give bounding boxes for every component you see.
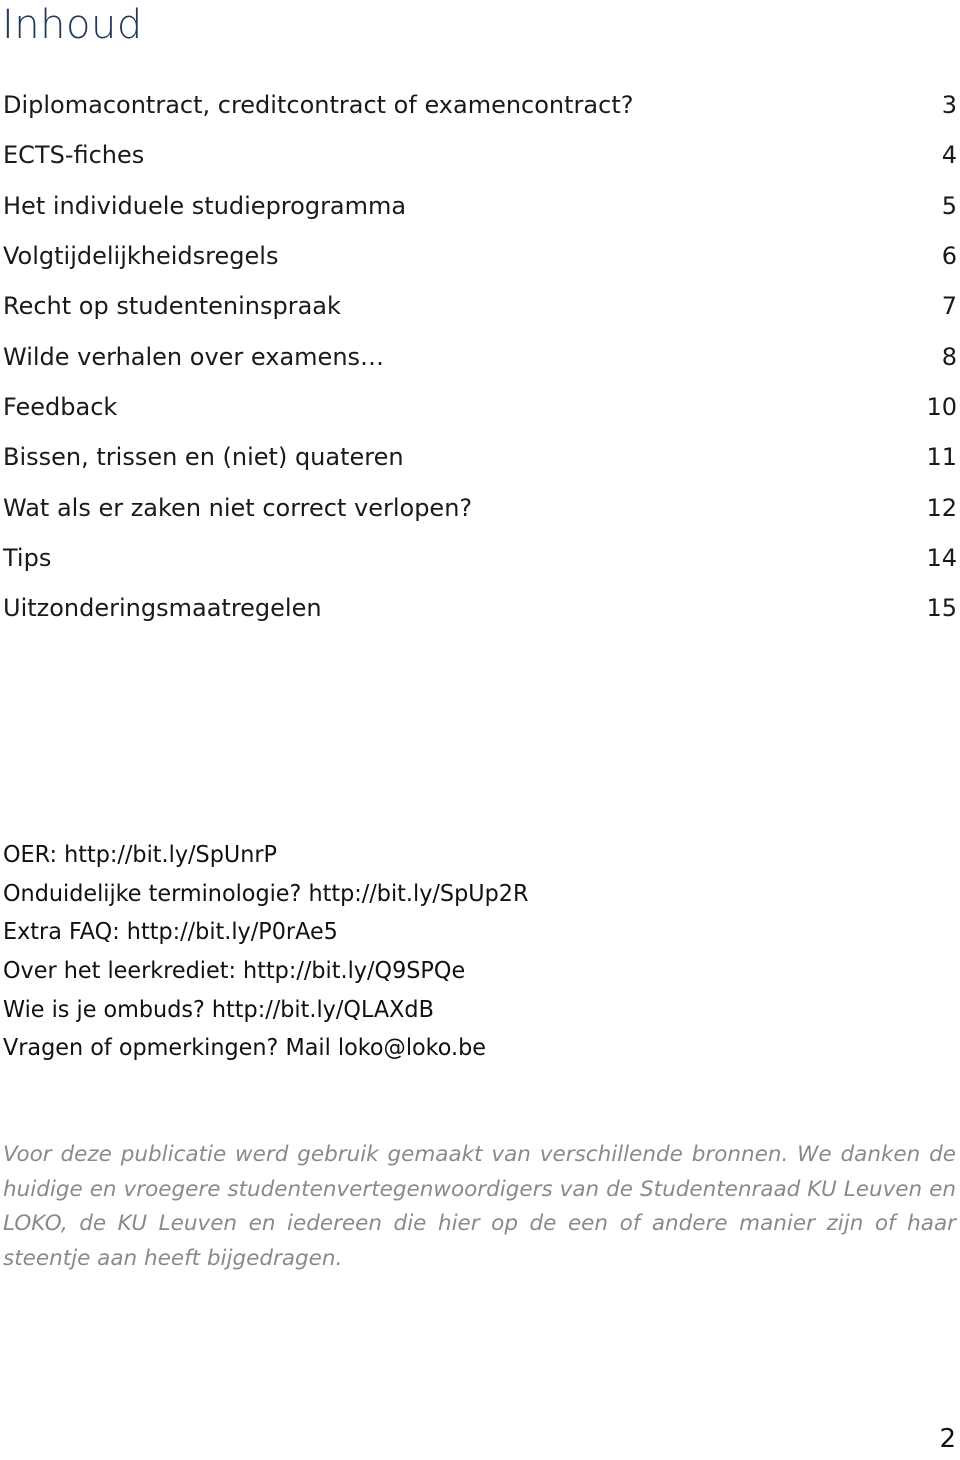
- page-title: Inhoud: [2, 2, 143, 48]
- toc-entry-page: 4: [941, 141, 957, 170]
- toc-entry[interactable]: ECTS-fiches 4: [3, 130, 957, 180]
- toc-entry-label: Het individuele studieprogramma: [3, 191, 407, 220]
- toc-entry[interactable]: Recht op studenteninspraak 7: [3, 281, 957, 331]
- toc-entry-page: 15: [926, 594, 957, 623]
- link-ombuds[interactable]: Wie is je ombuds? http://bit.ly/QLAXdB: [3, 991, 528, 1030]
- toc-entry-page: 5: [941, 191, 957, 220]
- toc-entry-page: 11: [926, 443, 957, 472]
- links-list: OER: http://bit.ly/SpUnrP Onduidelijke t…: [3, 836, 545, 1068]
- toc-entry-page: 10: [926, 392, 957, 421]
- toc-entry[interactable]: Feedback 10: [3, 382, 957, 432]
- toc-entry-page: 12: [926, 493, 957, 522]
- toc-entry[interactable]: Tips 14: [3, 533, 957, 583]
- toc-entry[interactable]: Volgtijdelijkheidsregels 6: [3, 231, 957, 281]
- toc-entry-label: Diplomacontract, creditcontract of exame…: [3, 91, 634, 120]
- toc-entry[interactable]: Bissen, trissen en (niet) quateren 11: [3, 432, 957, 482]
- toc-entry-label: Tips: [3, 543, 52, 572]
- toc-entry-label: Wilde verhalen over examens…: [3, 342, 385, 371]
- toc-entry-label: Feedback: [3, 392, 118, 421]
- toc-entry-label: Wat als er zaken niet correct verlopen?: [3, 493, 473, 522]
- toc-entry-label: Volgtijdelijkheidsregels: [3, 242, 279, 271]
- link-leerkrediet[interactable]: Over het leerkrediet: http://bit.ly/Q9SP…: [3, 952, 528, 991]
- toc-entry[interactable]: Wilde verhalen over examens… 8: [3, 331, 957, 381]
- toc-entry-label: Recht op studenteninspraak: [3, 292, 341, 321]
- toc-entry-page: 8: [941, 342, 957, 371]
- table-of-contents: Diplomacontract, creditcontract of exame…: [3, 80, 957, 633]
- toc-entry-page: 14: [926, 543, 957, 572]
- toc-entry-page: 7: [941, 292, 957, 321]
- link-oer[interactable]: OER: http://bit.ly/SpUnrP: [3, 836, 528, 875]
- toc-entry-page: 3: [941, 91, 957, 120]
- toc-entry[interactable]: Uitzonderingsmaatregelen 15: [3, 583, 957, 633]
- toc-entry-label: Uitzonderingsmaatregelen: [3, 594, 322, 623]
- toc-entry-label: ECTS-fiches: [3, 141, 145, 170]
- link-contact-mail[interactable]: Vragen of opmerkingen? Mail loko@loko.be: [3, 1029, 528, 1068]
- page-number: 2: [939, 1424, 956, 1454]
- toc-entry-label: Bissen, trissen en (niet) quateren: [3, 443, 404, 472]
- link-extra-faq[interactable]: Extra FAQ: http://bit.ly/P0rAe5: [3, 913, 528, 952]
- toc-entry-page: 6: [941, 242, 957, 271]
- toc-entry[interactable]: Diplomacontract, creditcontract of exame…: [3, 80, 957, 130]
- link-terminology[interactable]: Onduidelijke terminologie? http://bit.ly…: [3, 875, 528, 914]
- toc-entry[interactable]: Het individuele studieprogramma 5: [3, 181, 957, 231]
- toc-entry[interactable]: Wat als er zaken niet correct verlopen? 1…: [3, 482, 957, 532]
- credits-paragraph: Voor deze publicatie werd gebruik gemaak…: [3, 1142, 956, 1271]
